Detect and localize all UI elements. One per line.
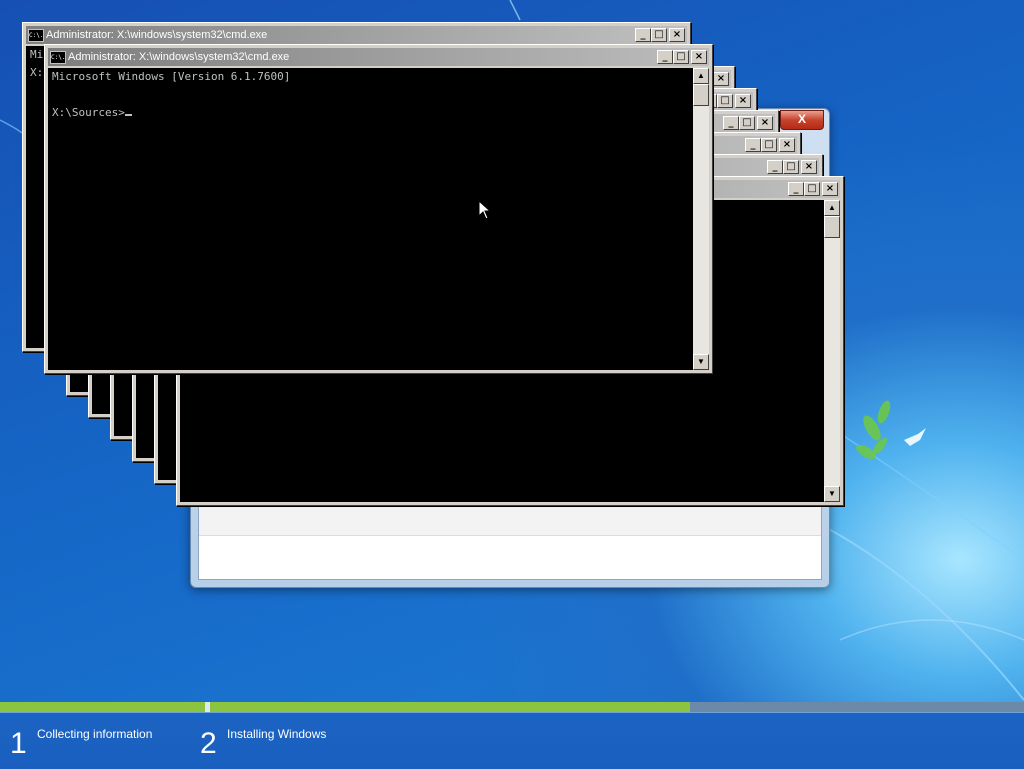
setup-steps-bar: 1 Collecting information 2 Installing Wi… [0, 712, 1024, 769]
cmd-window-front[interactable]: C:\. Administrator: X:\windows\system32\… [44, 44, 713, 374]
step1-label: Collecting information [37, 727, 153, 741]
setup-close-button[interactable]: X [780, 110, 824, 130]
scroll-down-icon[interactable]: ▼ [693, 354, 709, 370]
close-icon[interactable]: × [691, 50, 707, 64]
close-icon[interactable]: × [713, 72, 729, 86]
cmd-icon: C:\. [50, 51, 66, 64]
minimize-icon[interactable]: _ [745, 138, 761, 152]
setup-content-area [198, 504, 822, 580]
close-icon[interactable]: × [735, 94, 751, 108]
console-prompt: X:\Sources> [52, 106, 125, 119]
scroll-up-icon[interactable]: ▲ [693, 68, 709, 84]
minimize-icon[interactable]: _ [657, 50, 673, 64]
maximize-icon[interactable]: □ [739, 116, 755, 130]
console-area[interactable]: Microsoft Windows [Version 6.1.7600] X:\… [48, 68, 693, 370]
bird-icon [904, 428, 926, 446]
step2-progress-fill [210, 702, 690, 712]
close-icon[interactable]: × [801, 160, 817, 174]
minimize-icon[interactable]: _ [767, 160, 783, 174]
window-title: Administrator: X:\windows\system32\cmd.e… [46, 29, 268, 41]
maximize-icon[interactable]: □ [651, 28, 667, 42]
text-cursor [124, 104, 132, 116]
maximize-icon[interactable]: □ [717, 94, 733, 108]
scroll-down-icon[interactable]: ▼ [824, 486, 840, 502]
minimize-icon[interactable]: _ [788, 182, 804, 196]
close-icon[interactable]: × [779, 138, 795, 152]
close-icon[interactable]: × [822, 182, 838, 196]
console-text: Mi [30, 48, 44, 61]
close-icon[interactable]: × [669, 28, 685, 42]
close-icon[interactable]: × [757, 116, 773, 130]
vertical-scrollbar[interactable]: ▲ ▼ [824, 200, 840, 502]
console-version-line: Microsoft Windows [Version 6.1.7600] [52, 70, 291, 83]
window-title: Administrator: X:\windows\system32\cmd.e… [68, 51, 290, 63]
cmd-icon: C:\. [28, 29, 44, 42]
step2-number: 2 [200, 727, 217, 760]
scroll-thumb[interactable] [824, 216, 840, 238]
minimize-icon[interactable]: _ [723, 116, 739, 130]
step1-progress-fill [0, 702, 205, 712]
maximize-icon[interactable]: □ [783, 160, 799, 174]
maximize-icon[interactable]: □ [761, 138, 777, 152]
scroll-up-icon[interactable]: ▲ [824, 200, 840, 216]
step2-label: Installing Windows [227, 727, 327, 741]
mouse-pointer-icon [478, 200, 492, 220]
maximize-icon[interactable]: □ [673, 50, 689, 64]
scroll-thumb[interactable] [693, 84, 709, 106]
maximize-icon[interactable]: □ [804, 182, 820, 196]
vertical-scrollbar[interactable]: ▲ ▼ [693, 68, 709, 370]
step1-number: 1 [10, 727, 27, 760]
console-text: X: [30, 66, 44, 79]
minimize-icon[interactable]: _ [635, 28, 651, 42]
leaf-sprig-icon [856, 400, 891, 459]
